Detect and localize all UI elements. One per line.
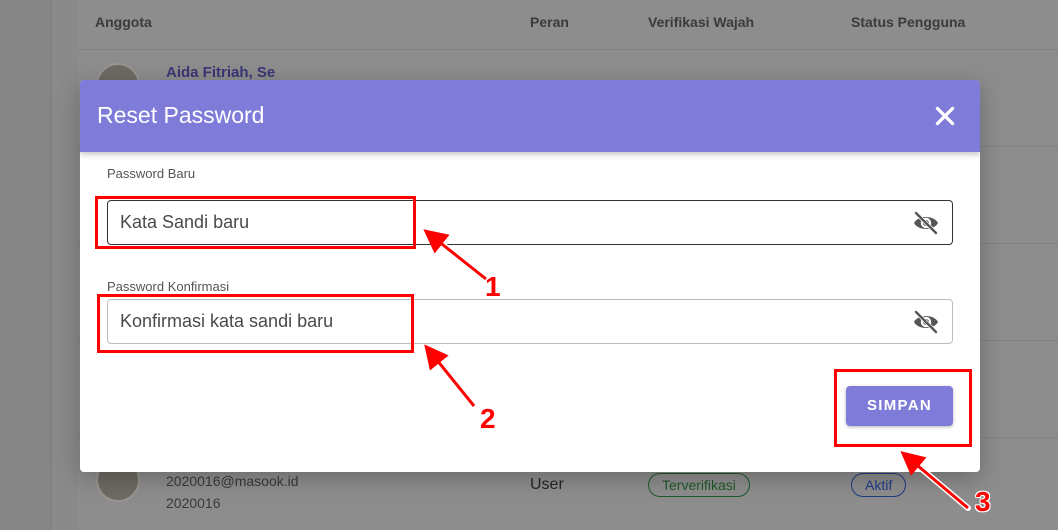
annotation-number-3: 3 (975, 486, 991, 517)
annotation-arrows (423, 229, 971, 511)
annotation-number-1: 1 (485, 271, 501, 302)
arrow-3 (900, 451, 969, 510)
arrow-2 (424, 344, 476, 407)
arrow-1 (423, 229, 487, 281)
annotation-number-2: 2 (480, 403, 496, 434)
